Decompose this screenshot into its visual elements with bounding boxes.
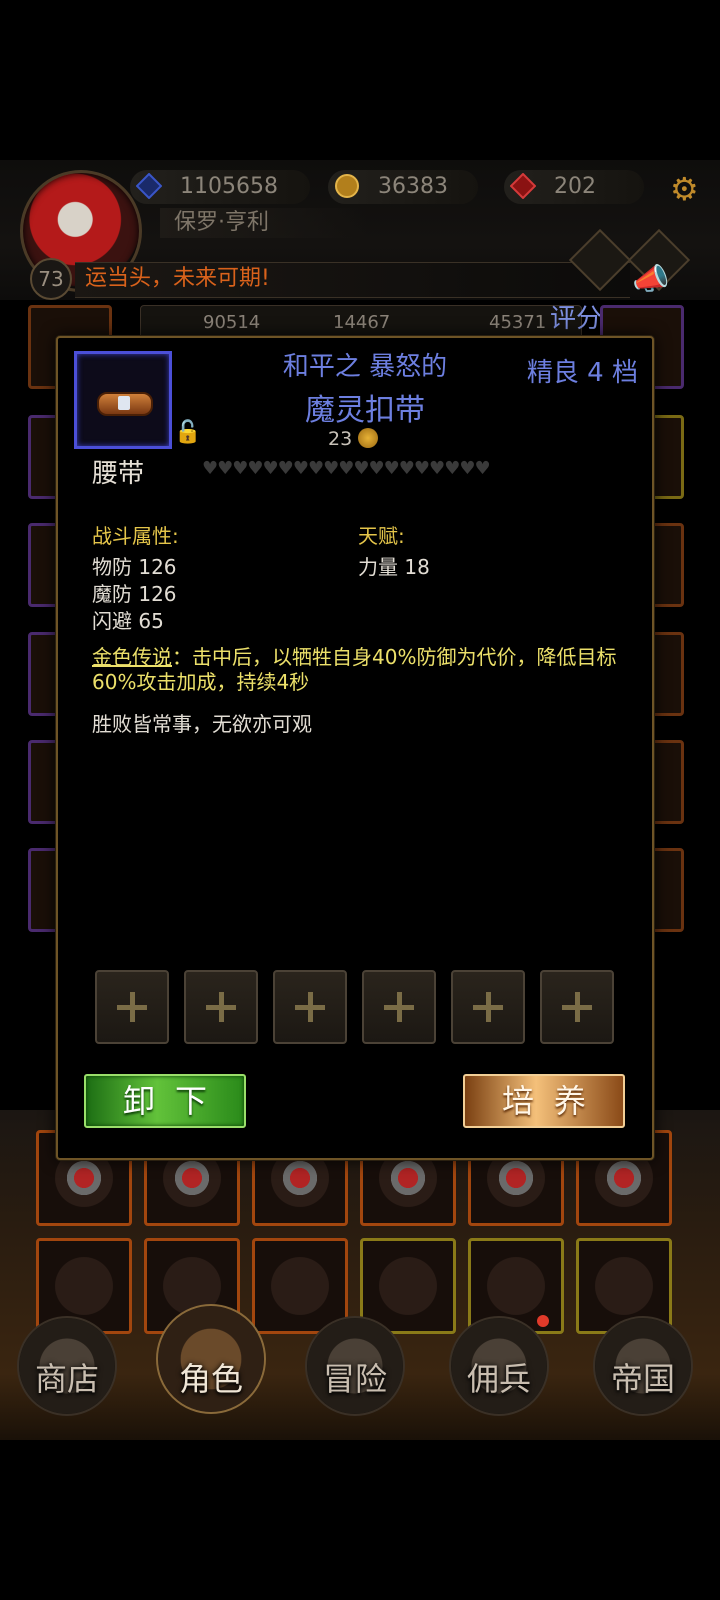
talent-stat: 力量 18 bbox=[358, 555, 430, 579]
combat-stat: 闪避 65 bbox=[92, 609, 164, 633]
unequip-button[interactable]: 卸下 bbox=[84, 1074, 246, 1128]
item-icon-frame bbox=[74, 351, 172, 449]
notification-dot bbox=[537, 1315, 549, 1327]
gold-amount: 36383 bbox=[378, 174, 448, 199]
item-price-value: 23 bbox=[328, 428, 353, 450]
nav-shop-label: 商店 bbox=[34, 1360, 99, 1398]
player-motto[interactable]: 运当头，未来可期! bbox=[85, 262, 270, 296]
nav-shop[interactable]: 商店 bbox=[12, 1316, 122, 1426]
train-button[interactable]: 培养 bbox=[463, 1074, 625, 1128]
combat-stat: 魔防 126 bbox=[92, 582, 177, 606]
nav-empire[interactable]: 帝国 bbox=[588, 1316, 698, 1426]
nav-empire-label: 帝国 bbox=[610, 1360, 675, 1398]
hearts-rating: ♥♥♥♥♥♥♥♥♥♥♥♥♥♥♥♥♥♥♥ bbox=[202, 458, 491, 479]
player-level: 73 bbox=[30, 258, 72, 300]
megaphone-icon[interactable]: 📣 bbox=[632, 262, 669, 297]
nav-adventure[interactable]: 冒险 bbox=[300, 1316, 410, 1426]
unlocked-padlock-icon[interactable]: 🔓 bbox=[174, 420, 201, 445]
legendary-effect-key[interactable]: 金色传说 bbox=[92, 645, 172, 669]
item-flavor-text: 胜败皆常事，无欲亦可观 bbox=[92, 712, 312, 736]
talent-title: 天赋: bbox=[358, 524, 405, 548]
item-prefix: 和平之 暴怒的 bbox=[282, 352, 448, 382]
red-gem-icon bbox=[510, 173, 536, 199]
ruby-currency: 202 bbox=[504, 170, 644, 204]
item-slot-type: 腰带 bbox=[92, 459, 145, 489]
ruby-amount: 202 bbox=[554, 174, 596, 199]
gem-currency: 1105658 bbox=[130, 170, 310, 204]
player-name: 保罗·亨利 bbox=[160, 208, 368, 238]
settings-gear-icon[interactable]: ⚙ bbox=[670, 172, 699, 206]
gem-socket-add[interactable] bbox=[184, 970, 258, 1044]
nav-mercenary[interactable]: 佣兵 bbox=[444, 1316, 554, 1426]
gem-socket-add[interactable] bbox=[273, 970, 347, 1044]
nav-character[interactable]: 角色 bbox=[156, 1304, 266, 1426]
gem-socket-add[interactable] bbox=[362, 970, 436, 1044]
item-grade: 精良 4 档 bbox=[526, 358, 638, 388]
nav-adventure-label: 冒险 bbox=[322, 1360, 387, 1398]
combat-stats-title: 战斗属性: bbox=[92, 524, 179, 548]
gold-coin-icon bbox=[335, 174, 359, 198]
gem-socket-add[interactable] bbox=[451, 970, 525, 1044]
blue-gem-icon bbox=[136, 173, 162, 199]
item-name: 魔灵扣带 bbox=[305, 393, 425, 428]
combat-stat: 物防 126 bbox=[92, 555, 177, 579]
legendary-effect: 金色传说：击中后，以牺牲自身40%防御为代价，降低目标60%攻击加成，持续4秒 bbox=[92, 645, 622, 695]
gold-coin-icon bbox=[358, 428, 379, 448]
hero-stat-strip: 90514 14467 45371 bbox=[140, 305, 582, 339]
hero-stat-1: 90514 bbox=[203, 312, 261, 333]
gem-amount: 1105658 bbox=[180, 174, 278, 199]
nav-mercenary-label: 佣兵 bbox=[466, 1360, 531, 1398]
belt-icon bbox=[97, 392, 153, 416]
gem-socket-add[interactable] bbox=[95, 970, 169, 1044]
hero-stat-2: 14467 bbox=[333, 312, 391, 333]
hero-stat-3: 45371 bbox=[489, 312, 547, 333]
gold-currency: 36383 bbox=[328, 170, 478, 204]
item-price: 23 bbox=[328, 428, 379, 450]
nav-character-label: 角色 bbox=[178, 1360, 243, 1398]
gem-socket-add[interactable] bbox=[540, 970, 614, 1044]
